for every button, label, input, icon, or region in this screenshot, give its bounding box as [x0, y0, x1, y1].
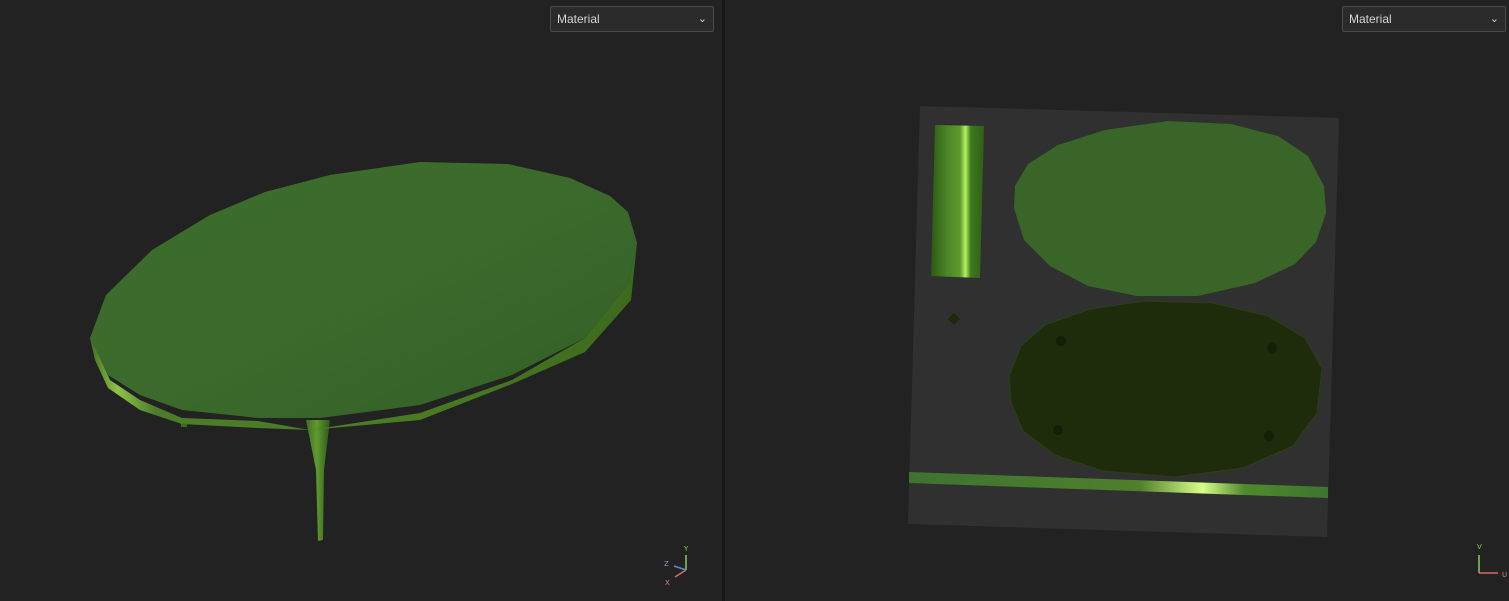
uv-leg-marker [1056, 336, 1066, 346]
uv-leg-marker [1053, 425, 1063, 435]
tabletop-surface [90, 162, 637, 418]
model-render[interactable] [0, 0, 722, 601]
render-mode-select[interactable]: Material ⌄ [550, 6, 714, 32]
uv-render[interactable] [725, 0, 1509, 601]
viewport-3d[interactable]: Material ⌄ Y Z X [0, 0, 722, 601]
render-mode-value: Material [1349, 12, 1392, 26]
chevron-down-icon: ⌄ [1489, 13, 1499, 25]
uv-leg-marker [1267, 343, 1277, 353]
viewport-uv[interactable]: Material ⌄ V U [725, 0, 1509, 601]
render-mode-value: Material [557, 12, 600, 26]
uv-island-top [1014, 121, 1326, 296]
uv-island-leg [931, 125, 984, 278]
uv-leg-marker [1264, 431, 1274, 441]
table-leg [306, 420, 330, 541]
chevron-down-icon: ⌄ [697, 13, 707, 25]
render-mode-select[interactable]: Material ⌄ [1342, 6, 1506, 32]
uv-island-bottom [1008, 300, 1323, 478]
